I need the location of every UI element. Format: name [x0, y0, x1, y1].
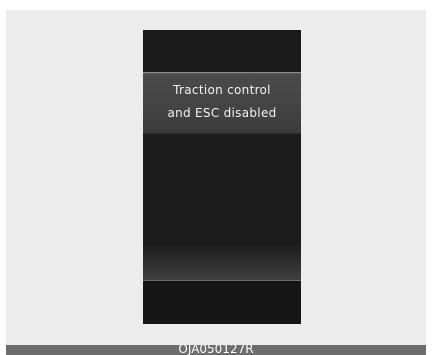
message-line-1: Traction control [173, 83, 271, 97]
display-body-area [143, 134, 301, 244]
cluster-display: Traction control and ESC disabled [143, 30, 301, 324]
message-line-2: and ESC disabled [167, 106, 277, 120]
figure-caption-bar: OJA050127R [6, 345, 426, 355]
figure-code: OJA050127R [178, 345, 254, 355]
warning-message-band: Traction control and ESC disabled [143, 72, 301, 134]
display-glow-band [143, 244, 301, 281]
figure-canvas: Traction control and ESC disabled OJA050… [0, 0, 432, 355]
display-bottom-area [143, 281, 301, 324]
display-top-area [143, 30, 301, 72]
